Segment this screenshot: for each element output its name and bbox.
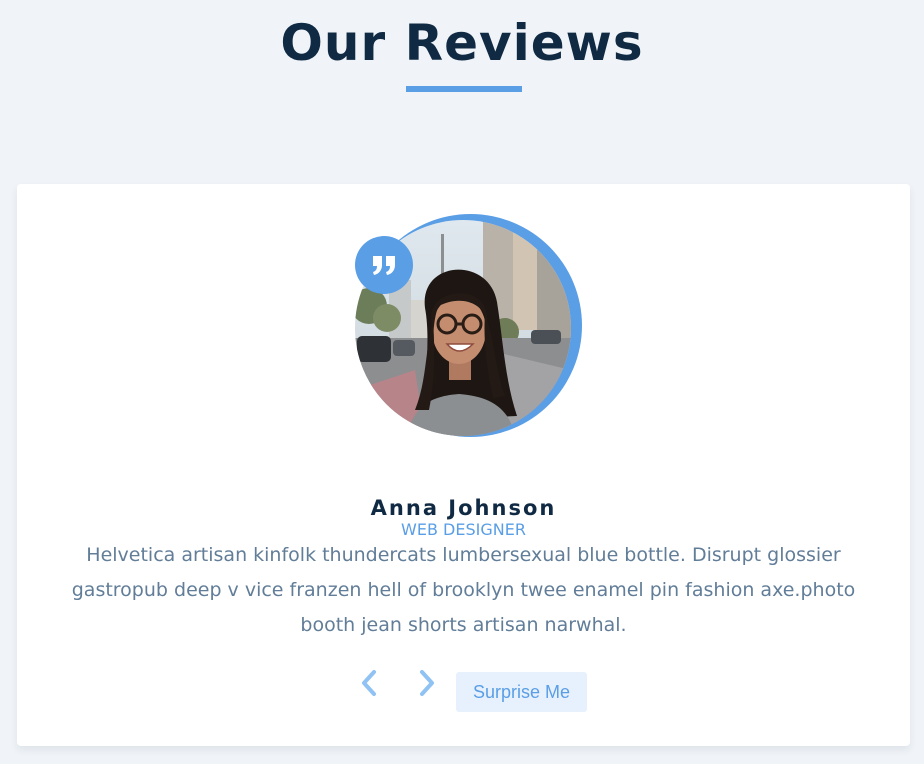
reviewer-job: WEB DESIGNER <box>401 520 526 539</box>
page-title: Our Reviews <box>280 14 644 72</box>
next-review-button[interactable] <box>413 670 441 700</box>
prev-review-button[interactable] <box>355 670 383 700</box>
chevron-left-icon <box>360 669 378 701</box>
quote-icon <box>355 236 413 294</box>
surprise-me-button[interactable]: Surprise Me <box>456 672 587 712</box>
review-card: Anna Johnson WEB DESIGNER Helvetica arti… <box>17 184 910 746</box>
chevron-right-icon <box>418 669 436 701</box>
person-image-container <box>355 214 583 437</box>
review-text: Helvetica artisan kinfolk thundercats lu… <box>71 544 856 636</box>
reviews-page: Our Reviews Anna Johnson WEB DESIGNER He… <box>0 0 924 764</box>
reviewer-name: Anna Johnson <box>370 495 557 520</box>
title-underline <box>406 86 522 92</box>
